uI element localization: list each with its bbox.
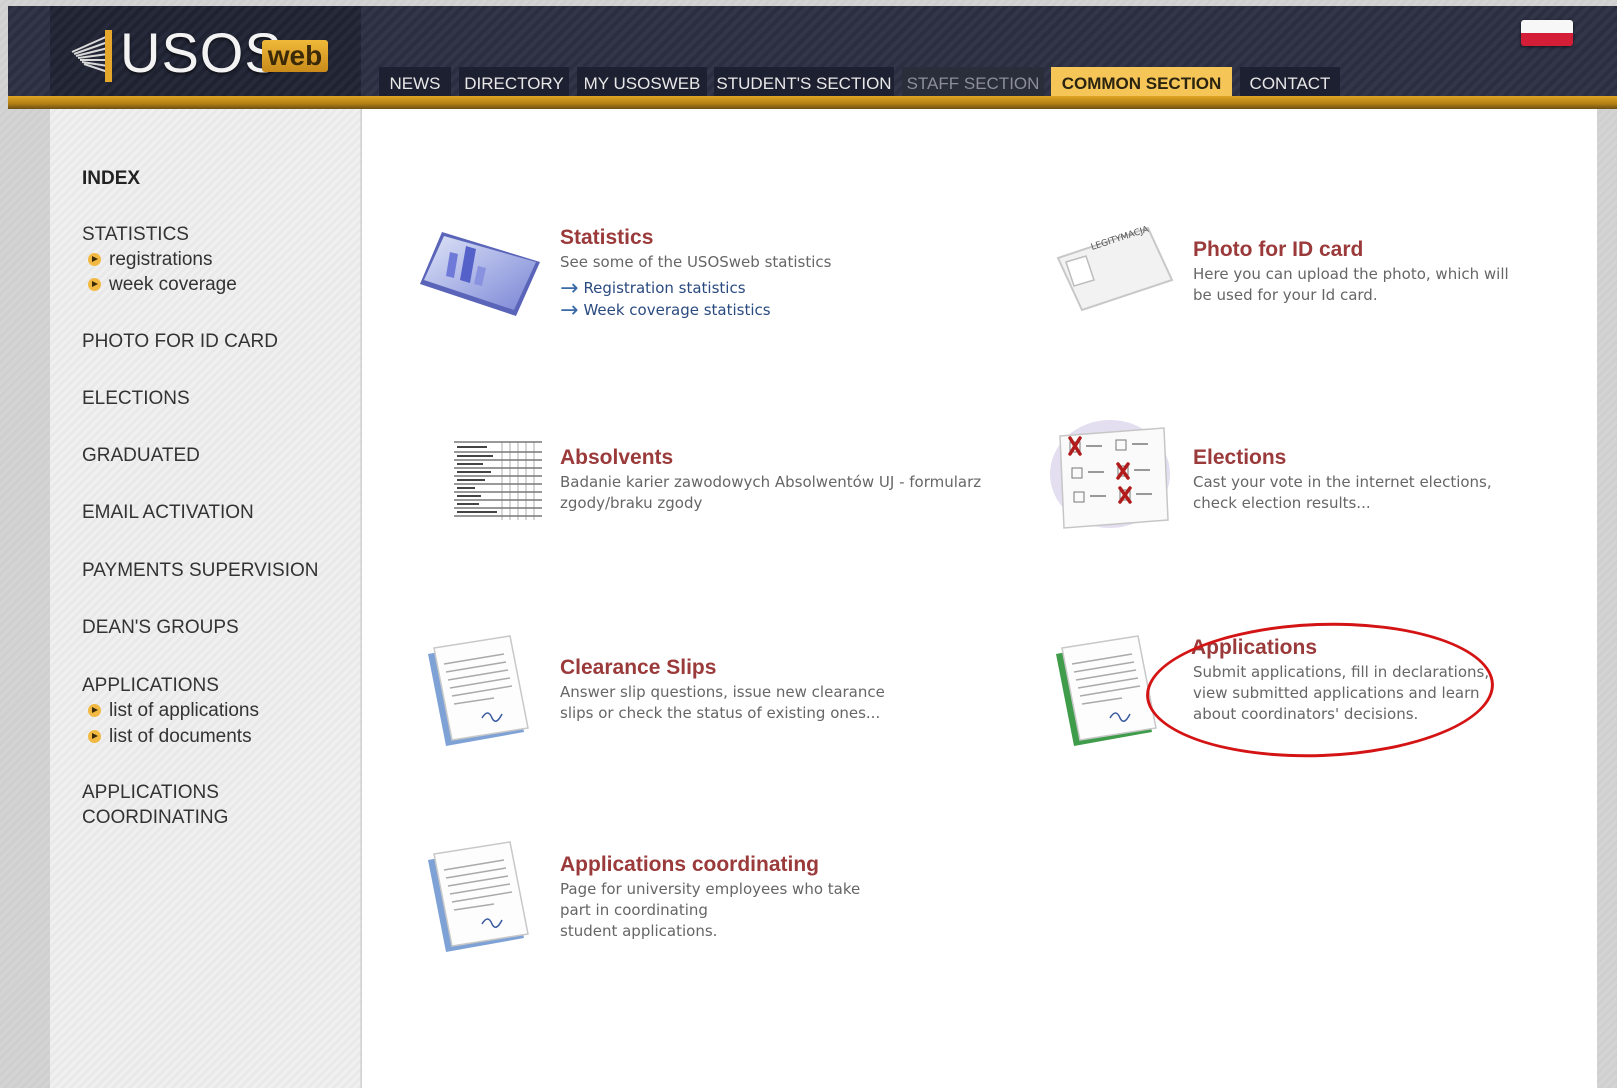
card-title-absolvents[interactable]: Absolvents — [560, 446, 673, 470]
logo-web-badge: web — [262, 40, 328, 72]
polish-flag-icon[interactable] — [1521, 20, 1573, 46]
main-content — [362, 109, 1597, 1088]
sidebar-item-statistics[interactable]: STATISTICS — [82, 224, 189, 246]
ballot-icon[interactable] — [1046, 416, 1176, 534]
sidebar-item-payments[interactable]: PAYMENTS SUPERVISION — [82, 560, 319, 582]
logo-feather-icon — [71, 30, 112, 82]
sidebar-subitem-list-of-documents[interactable]: list of documents — [88, 726, 252, 748]
sidebar-subitem-list-of-applications[interactable]: list of applications — [88, 700, 259, 722]
card-title-clearance-slips[interactable]: Clearance Slips — [560, 656, 716, 680]
sidebar-item-graduated[interactable]: GRADUATED — [82, 445, 200, 467]
sidebar-item-applications-coordinating[interactable]: APPLICATIONS COORDINATING — [82, 782, 228, 829]
sidebar-item-elections[interactable]: ELECTIONS — [82, 388, 190, 410]
card-title-applications-coordinating[interactable]: Applications coordinating — [560, 853, 819, 877]
sidebar-item-deans-groups[interactable]: DEAN'S GROUPS — [82, 617, 239, 639]
sidebar-subitem-week-coverage[interactable]: week coverage — [88, 274, 237, 296]
coordinating-document-icon[interactable] — [424, 838, 540, 956]
card-title-elections[interactable]: Elections — [1193, 446, 1286, 470]
card-desc-absolvents: Badanie karier zawodowych Absolwentów UJ… — [560, 473, 982, 512]
card-desc-elections: Cast your vote in the internet elections… — [1193, 473, 1492, 512]
sidebar-item-email-activation[interactable]: EMAIL ACTIVATION — [82, 502, 254, 524]
bullet-arrow-icon — [88, 730, 101, 743]
table-document-icon[interactable] — [452, 434, 544, 526]
arrow-right-icon: → — [560, 298, 579, 323]
card-title-photo[interactable]: Photo for ID card — [1193, 238, 1363, 262]
clearance-document-icon[interactable] — [424, 632, 540, 750]
id-card-icon[interactable]: LEGITYMACJA — [1052, 222, 1176, 314]
bullet-arrow-icon — [88, 253, 101, 266]
link-week-coverage-statistics[interactable]: → Week coverage statistics — [560, 298, 771, 323]
sidebar-item-index[interactable]: INDEX — [82, 168, 140, 190]
sidebar-item-photo[interactable]: PHOTO FOR ID CARD — [82, 331, 278, 353]
header-accent-bar — [8, 96, 1617, 109]
statistics-chart-icon[interactable] — [416, 226, 544, 318]
card-desc-statistics: See some of the USOSweb statistics — [560, 253, 832, 271]
bullet-arrow-icon — [88, 278, 101, 291]
sidebar-subitem-registrations[interactable]: registrations — [88, 249, 213, 271]
sidebar-item-applications[interactable]: APPLICATIONS — [82, 675, 219, 697]
bullet-arrow-icon — [88, 704, 101, 717]
card-desc-applications-coordinating: Page for university employees who take p… — [560, 880, 861, 940]
card-title-statistics[interactable]: Statistics — [560, 226, 653, 250]
logo-text: USOS — [120, 21, 283, 84]
card-desc-photo: Here you can upload the photo, which wil… — [1193, 265, 1509, 304]
card-desc-clearance-slips: Answer slip questions, issue new clearan… — [560, 683, 885, 722]
